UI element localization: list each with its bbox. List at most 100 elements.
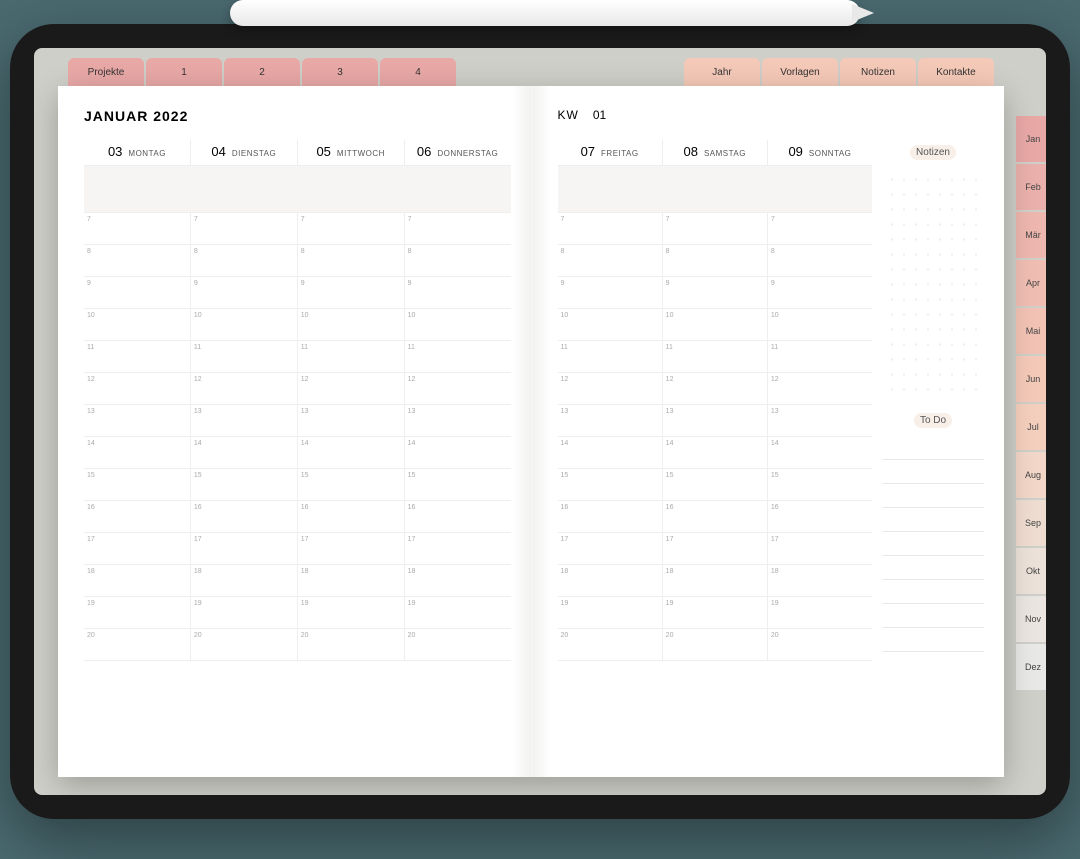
- hour-row[interactable]: 8888: [84, 245, 511, 277]
- page-right[interactable]: KW 01 07FREITAG08SAMSTAG09SONNTAG 777888…: [532, 86, 1005, 777]
- month-tab-okt[interactable]: Okt: [1016, 548, 1046, 594]
- hour-cell[interactable]: 17: [190, 533, 297, 564]
- hour-cell[interactable]: 18: [662, 565, 767, 596]
- hour-cell[interactable]: 9: [190, 277, 297, 308]
- hour-cell[interactable]: 11: [767, 341, 872, 372]
- todo-lines[interactable]: [882, 436, 984, 652]
- hour-cell[interactable]: 15: [558, 469, 662, 500]
- hour-cell[interactable]: 10: [662, 309, 767, 340]
- tab-2[interactable]: 2: [224, 58, 300, 86]
- hour-cell[interactable]: 11: [662, 341, 767, 372]
- hour-row[interactable]: 999: [558, 277, 873, 309]
- hour-row[interactable]: 18181818: [84, 565, 511, 597]
- notes-dot-grid[interactable]: [882, 168, 984, 398]
- hour-row[interactable]: 20202020: [84, 629, 511, 661]
- hour-row[interactable]: 191919: [558, 597, 873, 629]
- hour-cell[interactable]: 11: [404, 341, 511, 372]
- hour-cell[interactable]: 19: [767, 597, 872, 628]
- hour-cell[interactable]: 15: [190, 469, 297, 500]
- hour-cell[interactable]: 17: [404, 533, 511, 564]
- hour-cell[interactable]: 13: [190, 405, 297, 436]
- hour-cell[interactable]: 19: [84, 597, 190, 628]
- month-tab-mai[interactable]: Mai: [1016, 308, 1046, 354]
- hour-cell[interactable]: 11: [297, 341, 404, 372]
- hour-cell[interactable]: 15: [662, 469, 767, 500]
- hour-cell[interactable]: 16: [404, 501, 511, 532]
- hour-cell[interactable]: 18: [190, 565, 297, 596]
- hour-cell[interactable]: 11: [84, 341, 190, 372]
- hour-cell[interactable]: 16: [558, 501, 662, 532]
- hour-row[interactable]: 131313: [558, 405, 873, 437]
- hour-cell[interactable]: 18: [297, 565, 404, 596]
- day-column[interactable]: 06DONNERSTAG: [404, 140, 511, 165]
- day-column[interactable]: 09SONNTAG: [767, 140, 872, 165]
- hour-cell[interactable]: 9: [404, 277, 511, 308]
- hour-cell[interactable]: 7: [767, 213, 872, 244]
- hour-row[interactable]: 181818: [558, 565, 873, 597]
- hour-row[interactable]: 17171717: [84, 533, 511, 565]
- hour-cell[interactable]: 14: [558, 437, 662, 468]
- hour-cell[interactable]: 14: [190, 437, 297, 468]
- hour-cell[interactable]: 9: [297, 277, 404, 308]
- hour-cell[interactable]: 13: [558, 405, 662, 436]
- hour-cell[interactable]: 13: [404, 405, 511, 436]
- hour-row[interactable]: 161616: [558, 501, 873, 533]
- hour-cell[interactable]: 17: [84, 533, 190, 564]
- hour-cell[interactable]: 15: [84, 469, 190, 500]
- hour-cell[interactable]: 18: [767, 565, 872, 596]
- month-tab-jun[interactable]: Jun: [1016, 356, 1046, 402]
- hour-cell[interactable]: 16: [297, 501, 404, 532]
- month-tab-jan[interactable]: Jan: [1016, 116, 1046, 162]
- hour-cell[interactable]: 18: [558, 565, 662, 596]
- hour-cell[interactable]: 12: [558, 373, 662, 404]
- tab-4[interactable]: 4: [380, 58, 456, 86]
- month-tab-sep[interactable]: Sep: [1016, 500, 1046, 546]
- tab-notizen[interactable]: Notizen: [840, 58, 916, 86]
- hour-cell[interactable]: 8: [662, 245, 767, 276]
- hour-row[interactable]: 141414: [558, 437, 873, 469]
- hour-cell[interactable]: 11: [190, 341, 297, 372]
- tab-projekte[interactable]: Projekte: [68, 58, 144, 86]
- hour-cell[interactable]: 9: [558, 277, 662, 308]
- hour-cell[interactable]: 15: [297, 469, 404, 500]
- month-tab-feb[interactable]: Feb: [1016, 164, 1046, 210]
- day-column[interactable]: 03MONTAG: [84, 140, 190, 165]
- hour-cell[interactable]: 19: [404, 597, 511, 628]
- month-tab-dez[interactable]: Dez: [1016, 644, 1046, 690]
- hour-cell[interactable]: 9: [767, 277, 872, 308]
- hour-row[interactable]: 202020: [558, 629, 873, 661]
- month-tab-mär[interactable]: Mär: [1016, 212, 1046, 258]
- hour-cell[interactable]: 10: [297, 309, 404, 340]
- hour-cell[interactable]: 7: [558, 213, 662, 244]
- hour-cell[interactable]: 12: [404, 373, 511, 404]
- page-left[interactable]: JANUAR 2022 03MONTAG04DIENSTAG05MITTWOCH…: [58, 86, 532, 777]
- hour-cell[interactable]: 10: [84, 309, 190, 340]
- hour-row[interactable]: 7777: [84, 213, 511, 245]
- hour-row[interactable]: 19191919: [84, 597, 511, 629]
- hour-cell[interactable]: 15: [767, 469, 872, 500]
- day-column[interactable]: 08SAMSTAG: [662, 140, 767, 165]
- hour-cell[interactable]: 20: [190, 629, 297, 660]
- hour-cell[interactable]: 18: [84, 565, 190, 596]
- hour-cell[interactable]: 7: [662, 213, 767, 244]
- hour-cell[interactable]: 8: [404, 245, 511, 276]
- hour-cell[interactable]: 12: [662, 373, 767, 404]
- month-tab-jul[interactable]: Jul: [1016, 404, 1046, 450]
- hour-cell[interactable]: 13: [767, 405, 872, 436]
- month-tab-apr[interactable]: Apr: [1016, 260, 1046, 306]
- hour-row[interactable]: 15151515: [84, 469, 511, 501]
- hour-cell[interactable]: 7: [297, 213, 404, 244]
- hour-cell[interactable]: 20: [558, 629, 662, 660]
- hour-cell[interactable]: 19: [190, 597, 297, 628]
- hour-cell[interactable]: 16: [84, 501, 190, 532]
- hour-row[interactable]: 11111111: [84, 341, 511, 373]
- hour-row[interactable]: 171717: [558, 533, 873, 565]
- hour-cell[interactable]: 7: [404, 213, 511, 244]
- hour-cell[interactable]: 19: [558, 597, 662, 628]
- month-tab-nov[interactable]: Nov: [1016, 596, 1046, 642]
- hour-row[interactable]: 13131313: [84, 405, 511, 437]
- hour-cell[interactable]: 8: [297, 245, 404, 276]
- hour-cell[interactable]: 9: [662, 277, 767, 308]
- hour-cell[interactable]: 16: [662, 501, 767, 532]
- hour-cell[interactable]: 11: [558, 341, 662, 372]
